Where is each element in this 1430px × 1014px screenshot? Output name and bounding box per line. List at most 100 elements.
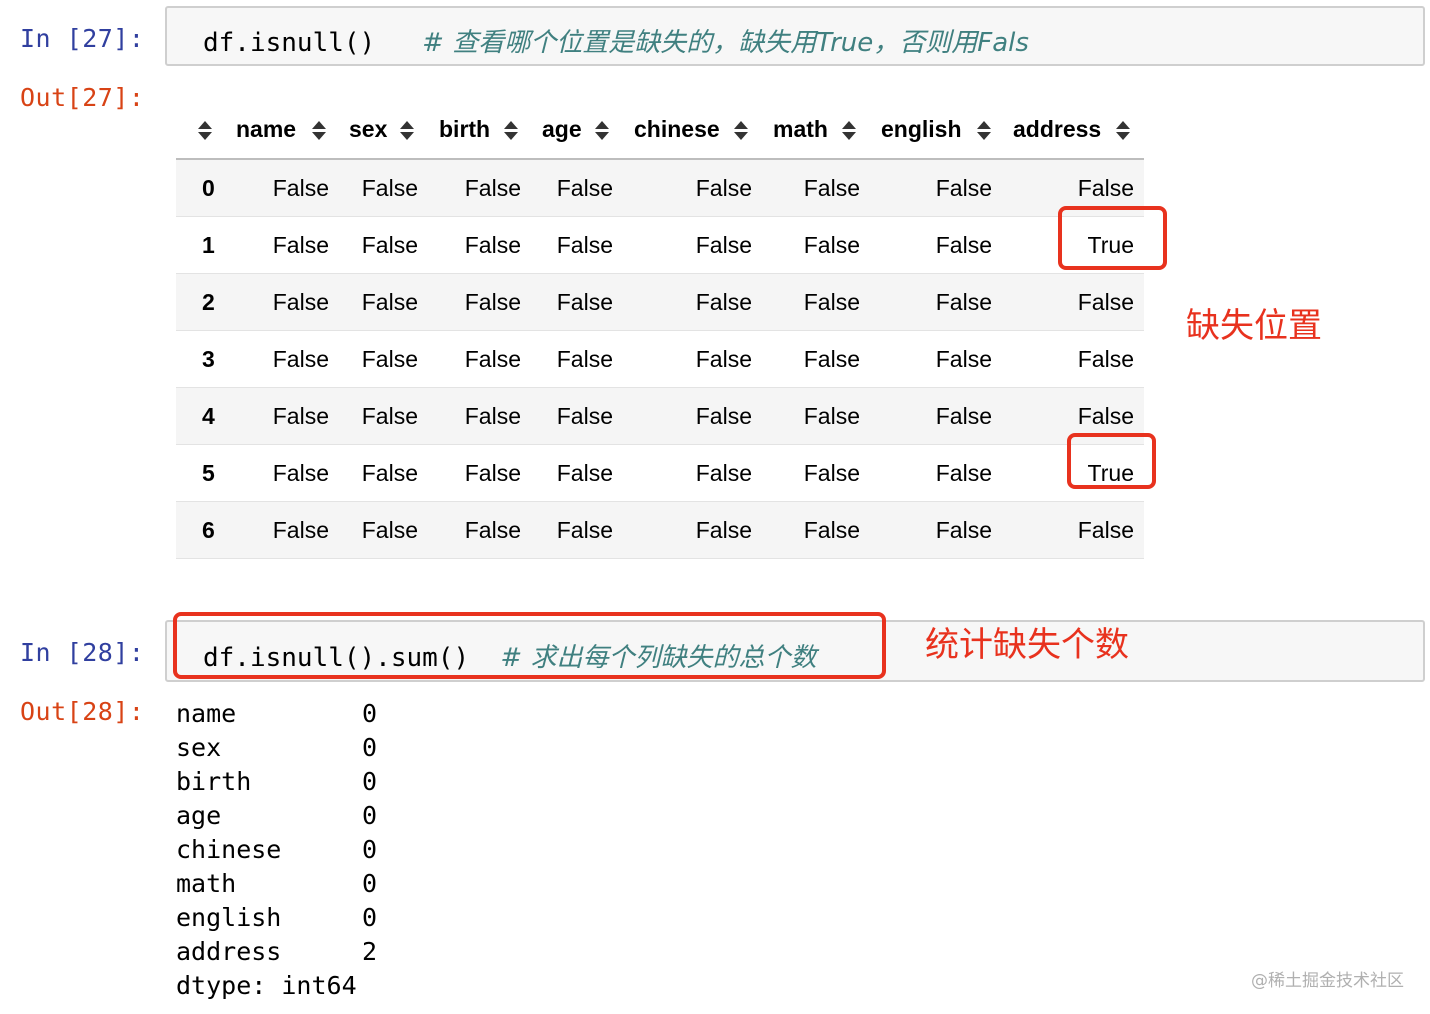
table-cell: False [464, 289, 521, 315]
code-comment: # 查看哪个位置是缺失的，缺失用True，否则用Fals [422, 28, 1029, 58]
row-index: 1 [202, 232, 215, 258]
series-value: 0 [362, 835, 378, 864]
table-cell: False [556, 346, 613, 372]
table-row: 5 False False False False False False False True [176, 445, 1144, 502]
table-cell: False [556, 289, 613, 315]
missing-highlight-box [1058, 206, 1167, 270]
table-row: 3 False False False False False False False Fals… [176, 331, 1144, 388]
table-row: 6 False False False False False False False Fals… [176, 502, 1144, 559]
table-cell: False [361, 175, 418, 201]
series-value: 0 [362, 903, 378, 932]
table-cell: False [556, 517, 613, 543]
table-cell: False [1077, 175, 1134, 201]
table-cell: False [272, 346, 329, 372]
table-row: 4 False False False False False False False Fals… [176, 388, 1144, 445]
series-value: 0 [362, 699, 378, 728]
code-line-27: df.isnull() # 查看哪个位置是缺失的，缺失用True，否则用Fals [203, 22, 1029, 59]
code-cell-27[interactable]: df.isnull() # 查看哪个位置是缺失的，缺失用True，否则用Fals [165, 6, 1425, 66]
table-cell: False [464, 175, 521, 201]
row-index: 4 [202, 403, 215, 429]
series-key: sex [176, 733, 222, 762]
table-cell: False [361, 460, 418, 486]
sort-icon[interactable] [198, 121, 212, 141]
series-value: 2 [362, 937, 378, 966]
table-cell: False [272, 175, 329, 201]
sort-icon[interactable] [400, 121, 414, 141]
column-header-birth: birth [439, 116, 491, 142]
row-index: 0 [202, 175, 215, 201]
table-cell: False [935, 232, 992, 258]
table-cell: False [361, 289, 418, 315]
annotation-missing-position: 缺失位置 [1186, 306, 1322, 346]
table-cell: False [695, 346, 752, 372]
table-header: name sex birth age chinese math english … [176, 104, 1144, 160]
column-header-math: math [773, 116, 828, 142]
table-cell: False [803, 403, 860, 429]
table-cell: False [556, 175, 613, 201]
annotation-count-missing: 统计缺失个数 [925, 625, 1129, 665]
table-cell: False [464, 232, 521, 258]
watermark: @稀土掘金技术社区 [1251, 971, 1404, 991]
series-value: 0 [362, 801, 378, 830]
table-cell: False [803, 460, 860, 486]
dtype-text: dtype: int64 [176, 971, 357, 1000]
table-cell: False [272, 289, 329, 315]
sort-icon[interactable] [595, 121, 609, 141]
sort-icon[interactable] [977, 121, 991, 141]
table-cell: False [361, 403, 418, 429]
table-cell: False [695, 289, 752, 315]
table-cell: False [935, 403, 992, 429]
input-prompt-28: In [28]: [20, 638, 145, 667]
table-cell: False [803, 289, 860, 315]
table-cell: False [272, 232, 329, 258]
table-cell: False [935, 517, 992, 543]
table-cell: False [556, 403, 613, 429]
table-cell: False [695, 460, 752, 486]
table-cell: False [695, 232, 752, 258]
table-cell: False [695, 403, 752, 429]
table-cell: False [1077, 517, 1134, 543]
missing-highlight-box [1067, 433, 1156, 489]
table-cell: False [803, 346, 860, 372]
column-header-age: age [542, 116, 582, 142]
table-cell: False [361, 346, 418, 372]
input-prompt-27: In [27]: [20, 24, 145, 53]
series-key: address [176, 937, 282, 966]
row-index: 2 [202, 289, 215, 315]
table-body: 0 False False False False False False False Fals… [176, 160, 1144, 559]
sort-icon[interactable] [1116, 121, 1130, 141]
column-header-name: name [236, 116, 297, 142]
row-index: 6 [202, 517, 215, 543]
table-cell: False [803, 175, 860, 201]
output-prompt-27: Out[27]: [20, 83, 145, 112]
sort-icon[interactable] [504, 121, 518, 141]
table-cell: False [1077, 403, 1134, 429]
table-row: 2 False False False False False False False Fals… [176, 274, 1144, 331]
table-cell: False [803, 517, 860, 543]
table-cell: False [272, 403, 329, 429]
table-cell: False [464, 403, 521, 429]
dataframe-table: name sex birth age chinese math english … [176, 104, 1144, 559]
sort-icon[interactable] [842, 121, 856, 141]
series-key: chinese [176, 835, 282, 864]
table-cell: False [695, 517, 752, 543]
table-cell: False [935, 175, 992, 201]
row-index: 5 [202, 460, 215, 486]
sort-icon[interactable] [312, 121, 326, 141]
table-cell: False [1077, 289, 1134, 315]
series-key: name [176, 699, 237, 728]
column-header-english: english [881, 116, 962, 142]
series-key: english [176, 903, 282, 932]
sort-icon[interactable] [734, 121, 748, 141]
table-cell: False [556, 232, 613, 258]
series-key: math [176, 869, 237, 898]
table-row: 1 False False False False False False False True [176, 217, 1144, 274]
table-cell: False [935, 346, 992, 372]
table-cell: False [464, 460, 521, 486]
table-cell: False [464, 517, 521, 543]
table-cell: False [361, 232, 418, 258]
table-row: 0 False False False False False False False Fals… [176, 160, 1144, 217]
table-cell: False [272, 517, 329, 543]
row-index: 3 [202, 346, 215, 372]
series-key: age [176, 801, 222, 830]
